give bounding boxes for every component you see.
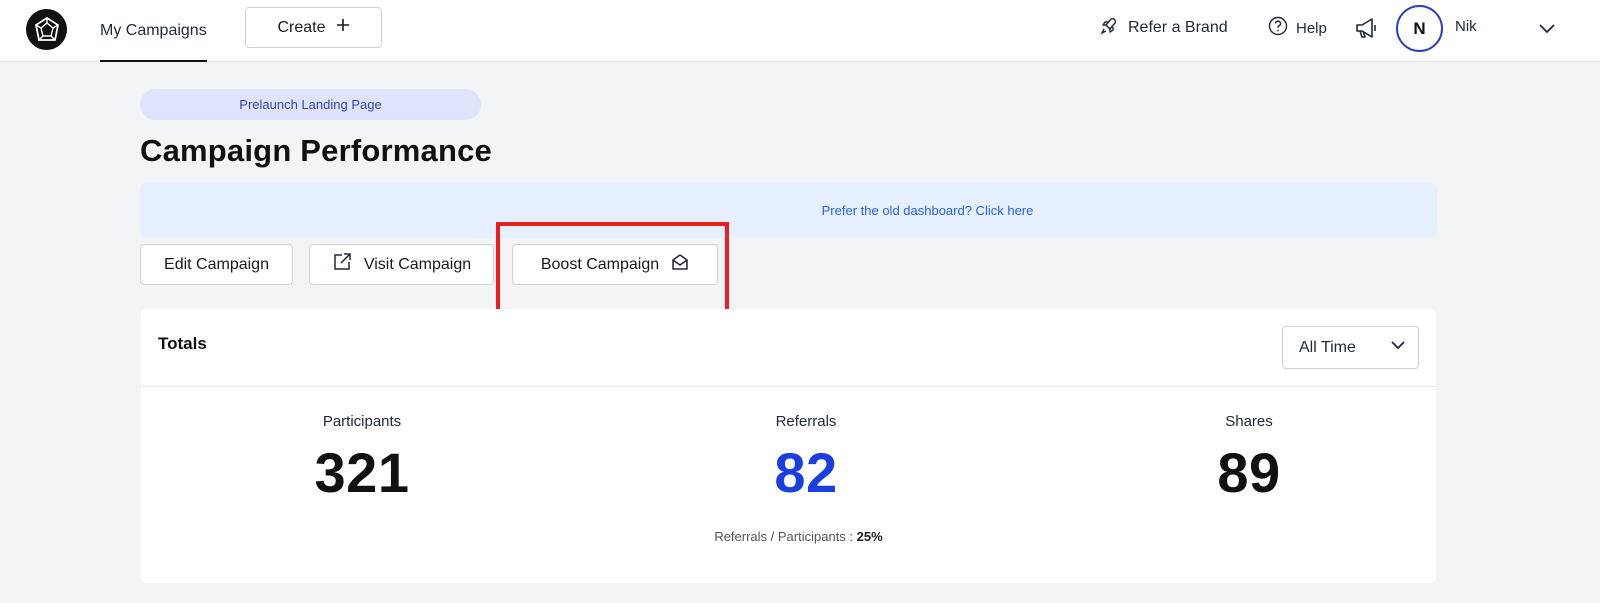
boost-campaign-button[interactable]: Boost Campaign: [512, 244, 718, 285]
campaign-type-pill[interactable]: Prelaunch Landing Page: [140, 89, 481, 120]
avatar-initial: N: [1413, 18, 1426, 38]
logo-icon[interactable]: [26, 9, 67, 50]
create-button-label: Create: [277, 18, 326, 36]
help-icon: [1268, 16, 1288, 41]
shares-value: 89: [1217, 441, 1281, 504]
boost-campaign-label: Boost Campaign: [540, 255, 660, 273]
chevron-down-icon: [1390, 338, 1406, 357]
participants-value: 321: [314, 441, 410, 504]
referrals-label: Referrals: [775, 413, 837, 430]
referral-ratio-value: 25%: [856, 529, 883, 544]
edit-campaign-label: Edit Campaign: [164, 255, 269, 273]
top-nav: My Campaigns Create Refer a Brand Help N…: [0, 0, 1600, 62]
avatar[interactable]: N: [1396, 5, 1443, 52]
envelope-open-icon: [671, 253, 689, 276]
tab-my-campaigns[interactable]: My Campaigns: [100, 0, 207, 62]
chevron-down-icon[interactable]: [1538, 20, 1556, 41]
totals-card: Totals All Time Participants 321 Referra…: [141, 309, 1436, 583]
time-range-value: All Time: [1299, 338, 1356, 356]
page-title: Campaign Performance: [140, 133, 492, 168]
visit-campaign-label: Visit Campaign: [363, 255, 472, 273]
totals-card-header: Totals All Time: [141, 309, 1436, 387]
visit-campaign-button[interactable]: Visit Campaign: [309, 244, 494, 285]
user-name: Nik: [1455, 18, 1477, 35]
time-range-select[interactable]: All Time: [1282, 326, 1419, 369]
refer-brand-link[interactable]: Refer a Brand: [1100, 0, 1228, 56]
plus-icon: [336, 18, 350, 37]
tab-my-campaigns-label: My Campaigns: [100, 22, 207, 39]
participants-stat: Participants 321: [212, 413, 512, 505]
referrals-value: 82: [774, 441, 838, 504]
totals-title: Totals: [158, 334, 207, 353]
refer-brand-label: Refer a Brand: [1128, 19, 1228, 36]
campaign-type-label: Prelaunch Landing Page: [239, 97, 382, 112]
shares-label: Shares: [1225, 413, 1273, 430]
help-link[interactable]: Help: [1268, 0, 1327, 56]
old-dashboard-link[interactable]: Prefer the old dashboard? Click here: [822, 203, 1034, 218]
megaphone-icon[interactable]: [1354, 0, 1380, 56]
referral-ratio: Referrals / Participants : 25%: [141, 529, 1436, 544]
participants-label: Participants: [322, 413, 402, 430]
referrals-stat: Referrals 82: [656, 413, 956, 505]
help-label: Help: [1296, 19, 1327, 37]
edit-campaign-button[interactable]: Edit Campaign: [140, 244, 293, 285]
old-dashboard-banner: Prefer the old dashboard? Click here: [140, 182, 1437, 238]
shares-stat: Shares 89: [1099, 413, 1399, 505]
referral-ratio-label: Referrals / Participants :: [714, 529, 854, 544]
rocket-icon: [1100, 17, 1118, 40]
create-button[interactable]: Create: [245, 7, 382, 48]
external-link-icon: [332, 252, 352, 277]
